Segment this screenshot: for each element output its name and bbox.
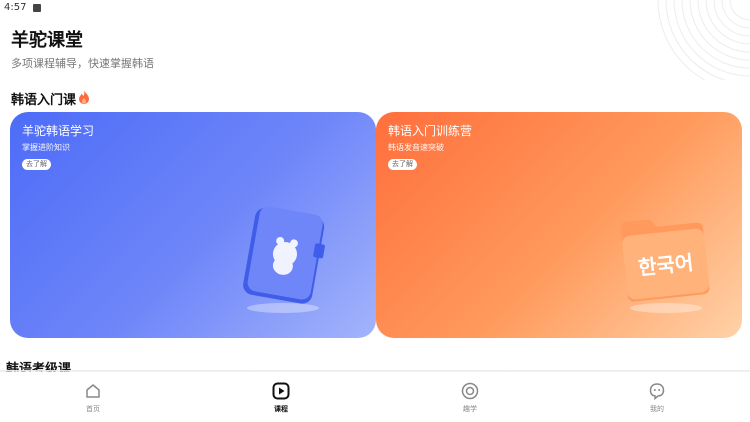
tab-label: 趣学	[463, 405, 477, 413]
notification-icon	[33, 4, 41, 12]
card-description: 韩语发音速突破	[388, 143, 444, 152]
circle-icon	[461, 382, 479, 400]
tab-profile[interactable]: 我的	[627, 382, 687, 414]
bottom-tab-bar: 首页 课程 趣学 我的	[0, 372, 750, 422]
tab-label: 我的	[650, 405, 664, 413]
learn-more-button[interactable]: 去了解	[388, 159, 417, 170]
learn-more-button[interactable]: 去了解	[22, 159, 51, 170]
page-title: 羊驼课堂	[11, 30, 83, 51]
profile-icon	[649, 383, 665, 400]
status-bar: 4:57	[0, 0, 750, 16]
tab-label: 首页	[86, 405, 100, 413]
home-icon	[86, 384, 100, 398]
tab-label: 课程	[274, 405, 288, 413]
fire-icon	[79, 90, 89, 104]
play-icon	[272, 382, 290, 400]
tab-fun-learning[interactable]: 趣学	[440, 382, 500, 414]
card-title: 羊驼韩语学习	[22, 124, 95, 138]
status-time: 4:57	[4, 2, 27, 13]
course-card-yangtuo[interactable]: 羊驼韩语学习 掌握进阶知识 去了解	[10, 112, 376, 338]
book-icon	[243, 206, 325, 313]
tab-courses[interactable]: 课程	[251, 382, 311, 414]
course-card-bootcamp[interactable]: 韩语入门训练营 韩语发音速突破 去了解 한국어	[376, 112, 742, 338]
decorative-circles	[657, 0, 750, 80]
section-title-intro: 韩语入门课	[11, 93, 77, 108]
page-subtitle: 多项课程辅导，快速掌握韩语	[11, 57, 154, 70]
card-description: 掌握进阶知识	[22, 143, 70, 152]
tab-home[interactable]: 首页	[63, 382, 123, 414]
card-title: 韩语入门训练营	[388, 124, 473, 138]
folder-icon: 한국어	[620, 219, 710, 313]
